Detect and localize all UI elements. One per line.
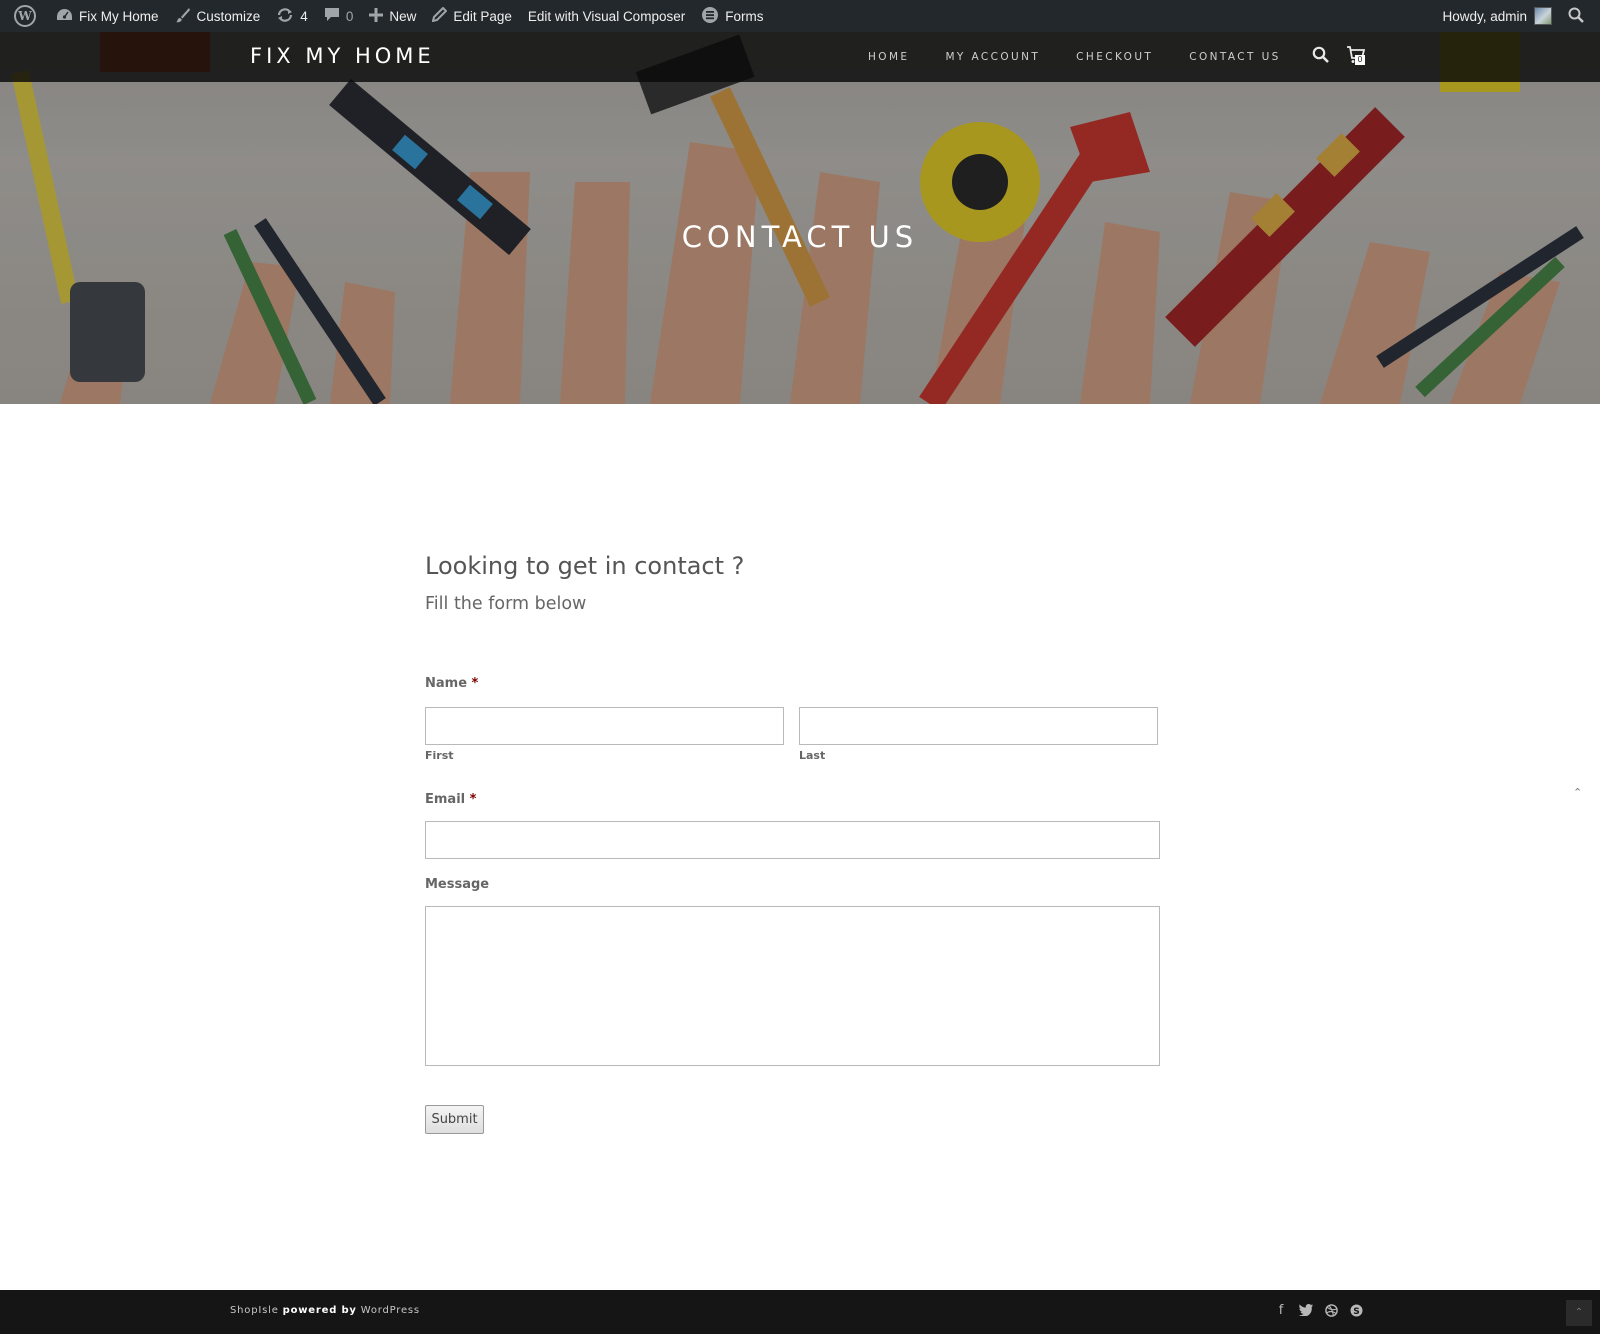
wp-admin-bar: W Fix My Home Customize 4 0 New Edit Pag…: [0, 0, 1600, 32]
name-field-label: Name *: [425, 676, 478, 691]
comments-count: 0: [345, 8, 354, 24]
howdy-label: Howdy, admin: [1442, 8, 1527, 24]
menu-item-my-account[interactable]: MY ACCOUNT: [945, 51, 1040, 63]
updates-count: 4: [300, 8, 308, 24]
powered-by-text: powered by: [282, 1305, 357, 1316]
edit-visual-composer-link[interactable]: Edit with Visual Composer: [520, 0, 693, 32]
search-icon: [1568, 7, 1584, 26]
forms-link[interactable]: Forms: [693, 0, 771, 32]
content-intro: Looking to get in contact ? Fill the for…: [425, 552, 1160, 614]
required-mark: *: [469, 792, 477, 807]
footer-credits: ShopIsle powered by WordPress: [230, 1305, 420, 1316]
hero-overlay: [0, 32, 1600, 404]
twitter-icon[interactable]: [1298, 1303, 1313, 1318]
wordpress-link[interactable]: WordPress: [361, 1305, 420, 1316]
comment-icon: [324, 7, 340, 25]
edit-visual-composer-label: Edit with Visual Composer: [527, 8, 686, 24]
page-title: CONTACT US: [681, 220, 919, 254]
email-input[interactable]: [425, 821, 1160, 859]
message-textarea[interactable]: [425, 906, 1160, 1066]
updates-icon: [276, 7, 294, 26]
cart-count-badge: 0: [1355, 55, 1365, 65]
social-icons: f S: [1274, 1304, 1363, 1318]
customize-label: Customize: [196, 8, 261, 24]
required-mark: *: [471, 676, 479, 691]
my-account-link[interactable]: Howdy, admin: [1434, 0, 1560, 32]
forms-icon: [701, 6, 719, 27]
cart-icon[interactable]: 0: [1346, 45, 1370, 69]
dashboard-icon: [56, 8, 73, 25]
brush-icon: [175, 7, 191, 26]
new-content-link[interactable]: New: [361, 0, 424, 32]
menu-item-home[interactable]: HOME: [868, 51, 909, 63]
contact-heading: Looking to get in contact ?: [425, 552, 745, 580]
edit-page-link[interactable]: Edit Page: [424, 0, 520, 32]
back-to-top-button[interactable]: ⌃: [1566, 1300, 1592, 1326]
last-name-group: Last: [799, 707, 1158, 762]
site-name-label: Fix My Home: [79, 8, 159, 24]
new-label: New: [389, 8, 417, 24]
header-search-icon[interactable]: [1312, 46, 1332, 66]
last-name-input[interactable]: [799, 707, 1158, 745]
hero-banner: CONTACT US: [0, 32, 1600, 404]
plus-icon: [369, 7, 384, 25]
svg-text:S: S: [1353, 1307, 1359, 1317]
avatar: [1534, 7, 1552, 25]
wordpress-icon: W: [14, 5, 36, 27]
theme-link[interactable]: ShopIsle: [230, 1305, 279, 1316]
forms-label: Forms: [725, 8, 764, 24]
edit-page-label: Edit Page: [453, 8, 512, 24]
comments-link[interactable]: 0: [316, 0, 362, 32]
first-name-input[interactable]: [425, 707, 784, 745]
updates-link[interactable]: 4: [268, 0, 316, 32]
first-sublabel: First: [425, 749, 454, 762]
main-menu: HOME MY ACCOUNT CHECKOUT CONTACT US: [868, 32, 1317, 82]
contact-subheading: Fill the form below: [425, 594, 587, 614]
facebook-icon[interactable]: f: [1274, 1304, 1288, 1318]
admin-search-button[interactable]: [1560, 0, 1592, 32]
skype-icon[interactable]: S: [1349, 1304, 1363, 1318]
menu-item-contact-us[interactable]: CONTACT US: [1189, 51, 1280, 63]
pencil-icon: [431, 6, 448, 25]
message-field-label: Message: [425, 877, 490, 892]
submit-button[interactable]: Submit: [425, 1105, 484, 1134]
site-brand-link[interactable]: FIX MY HOME: [250, 44, 435, 68]
menu-item-checkout[interactable]: CHECKOUT: [1076, 51, 1153, 63]
last-sublabel: Last: [799, 749, 826, 762]
email-label-text: Email: [425, 792, 466, 807]
site-name-link[interactable]: Fix My Home: [48, 0, 167, 32]
first-name-group: First: [425, 707, 784, 762]
email-field-label: Email *: [425, 792, 476, 807]
customize-link[interactable]: Customize: [167, 0, 269, 32]
site-header: FIX MY HOME HOME MY ACCOUNT CHECKOUT CON…: [0, 32, 1600, 82]
dribbble-icon[interactable]: [1324, 1304, 1338, 1318]
name-label-text: Name: [425, 676, 468, 691]
scroll-up-icon[interactable]: ⌃: [1573, 786, 1582, 799]
site-footer: ShopIsle powered by WordPress f S ⌃: [0, 1290, 1600, 1334]
wordpress-logo-button[interactable]: W: [6, 0, 48, 32]
